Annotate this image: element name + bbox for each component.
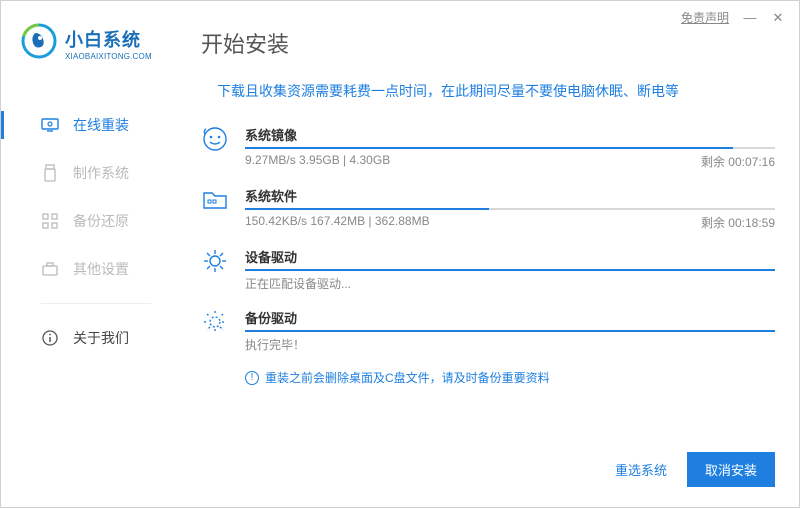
app-window: 免责声明 — ✕ 小白系统 XIAOBAIXITONG.COM 在线重装 bbox=[0, 0, 800, 508]
sidebar: 在线重装 制作系统 备份还原 其他设置 关于我们 bbox=[1, 101, 181, 362]
briefcase-icon bbox=[41, 260, 59, 278]
sidebar-item-label: 制作系统 bbox=[73, 163, 129, 183]
sidebar-item-reinstall[interactable]: 在线重装 bbox=[1, 101, 181, 149]
task-system-software: 系统软件 150.42KB/s 167.42MB | 362.88MB 剩余 0… bbox=[201, 186, 775, 231]
progress-bar bbox=[245, 147, 775, 149]
warning-message: ! 重装之前会删除桌面及C盘文件，请及时备份重要资料 bbox=[245, 369, 775, 386]
usb-icon bbox=[41, 164, 59, 182]
task-title: 系统镜像 bbox=[245, 125, 775, 144]
task-title: 备份驱动 bbox=[245, 308, 775, 327]
sidebar-item-label: 在线重装 bbox=[73, 115, 129, 135]
task-meta: 9.27MB/s 3.95GB | 4.30GB bbox=[245, 153, 390, 170]
progress-bar bbox=[245, 208, 775, 210]
notice-text: 下载且收集资源需要耗费一点时间，在此期间尽量不要使电脑休眠、断电等 bbox=[217, 81, 775, 101]
sidebar-item-about[interactable]: 关于我们 bbox=[1, 314, 181, 362]
page-title: 开始安装 bbox=[201, 27, 775, 59]
close-icon[interactable]: ✕ bbox=[771, 10, 785, 26]
logo-icon bbox=[21, 23, 57, 64]
sidebar-item-label: 备份还原 bbox=[73, 211, 129, 231]
warning-icon: ! bbox=[245, 371, 259, 385]
sidebar-item-settings[interactable]: 其他设置 bbox=[1, 245, 181, 293]
task-meta: 150.42KB/s 167.42MB | 362.88MB bbox=[245, 214, 430, 231]
warning-text: 重装之前会删除桌面及C盘文件，请及时备份重要资料 bbox=[265, 369, 550, 386]
task-system-image: 系统镜像 9.27MB/s 3.95GB | 4.30GB 剩余 00:07:1… bbox=[201, 125, 775, 170]
monitor-icon bbox=[41, 116, 59, 134]
main-content: 开始安装 下载且收集资源需要耗费一点时间，在此期间尽量不要使电脑休眠、断电等 系… bbox=[201, 27, 775, 447]
progress-bar bbox=[245, 330, 775, 332]
task-title: 系统软件 bbox=[245, 186, 775, 205]
folder-icon bbox=[201, 186, 229, 214]
task-remaining: 剩余 00:07:16 bbox=[701, 153, 775, 170]
info-icon bbox=[41, 329, 59, 347]
reselect-system-link[interactable]: 重选系统 bbox=[615, 460, 667, 479]
sidebar-item-label: 其他设置 bbox=[73, 259, 129, 279]
task-device-driver: 设备驱动 正在匹配设备驱动... bbox=[201, 247, 775, 292]
sidebar-divider bbox=[41, 303, 151, 304]
task-remaining: 剩余 00:18:59 bbox=[701, 214, 775, 231]
sidebar-item-backup[interactable]: 备份还原 bbox=[1, 197, 181, 245]
task-status: 执行完毕！ bbox=[245, 336, 775, 353]
sidebar-item-label: 关于我们 bbox=[73, 328, 129, 348]
disclaimer-link[interactable]: 免责声明 bbox=[681, 9, 729, 26]
face-icon bbox=[201, 125, 229, 153]
grid-icon bbox=[41, 212, 59, 230]
cancel-install-button[interactable]: 取消安装 bbox=[687, 452, 775, 487]
task-backup-driver: 备份驱动 执行完毕！ bbox=[201, 308, 775, 353]
minimize-icon[interactable]: — bbox=[743, 10, 757, 25]
progress-bar bbox=[245, 269, 775, 271]
logo: 小白系统 XIAOBAIXITONG.COM bbox=[21, 23, 152, 64]
footer: 重选系统 取消安装 bbox=[615, 452, 775, 487]
sidebar-item-create[interactable]: 制作系统 bbox=[1, 149, 181, 197]
gear-icon bbox=[201, 247, 229, 275]
logo-subtitle: XIAOBAIXITONG.COM bbox=[65, 52, 152, 61]
gear-dotted-icon bbox=[201, 308, 229, 336]
logo-title: 小白系统 bbox=[65, 26, 152, 52]
task-title: 设备驱动 bbox=[245, 247, 775, 266]
task-status: 正在匹配设备驱动... bbox=[245, 275, 775, 292]
